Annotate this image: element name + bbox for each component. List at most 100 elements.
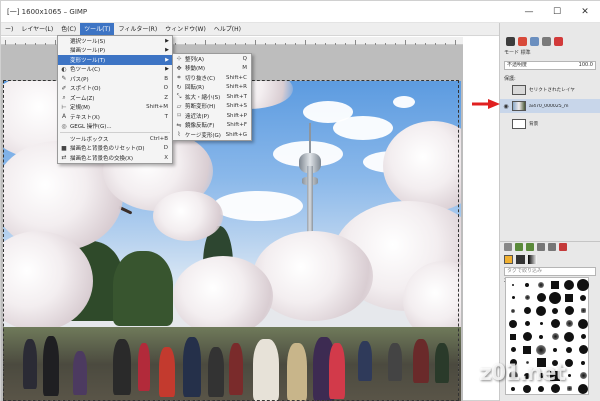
menu-row[interactable]: ⊢ 定規(M) Shift+M <box>58 103 172 113</box>
menu-item[interactable]: ウィンドウ(W) <box>161 23 210 36</box>
brush-preset[interactable] <box>520 317 534 330</box>
brush-shape-icon <box>580 294 586 301</box>
brush-preset[interactable] <box>520 330 534 343</box>
menu-row[interactable]: ⇄ 描画色と背景色の交換(X) X <box>58 153 172 163</box>
brush-preset[interactable] <box>576 317 590 330</box>
brush-preset[interactable] <box>576 382 590 395</box>
menu-row[interactable]: ⌗ 切り抜き(C) Shift+C <box>173 73 251 83</box>
brush-preset[interactable] <box>576 356 590 369</box>
duplicate-layer-icon[interactable] <box>537 243 545 251</box>
brush-preset[interactable] <box>506 343 520 356</box>
layer-row[interactable]: ◉ ai470_000025_m <box>500 99 600 113</box>
brush-preset[interactable] <box>520 343 534 356</box>
menu-row[interactable]: ⊹ 整列(A) Q <box>173 54 251 64</box>
brush-preset[interactable] <box>562 278 576 291</box>
brush-preset[interactable] <box>506 317 520 330</box>
brush-preset[interactable] <box>534 304 548 317</box>
anchor-layer-icon[interactable] <box>548 243 556 251</box>
menu-row[interactable]: ↻ 回転(R) Shift+R <box>173 83 251 93</box>
brush-preset[interactable] <box>548 330 562 343</box>
menu-row[interactable]: ツールボックス Ctrl+B <box>58 134 172 144</box>
close-button[interactable]: ✕ <box>571 1 599 23</box>
menu-row[interactable]: 描画ツール(P) ▶ <box>58 46 172 56</box>
layer-name[interactable]: ai470_000025_m <box>529 104 585 109</box>
menu-row[interactable]: ◎ GEGL 操作(G)... <box>58 122 172 132</box>
eye-icon[interactable]: ◉ <box>500 103 512 110</box>
menu-row[interactable]: ⇋ 鏡像反転(F) Shift+F <box>173 121 251 131</box>
menu-row[interactable]: ▱ 剪断変形(H) Shift+S <box>173 102 251 112</box>
layer-row[interactable]: セリクトされたレイヤ <box>500 83 600 97</box>
brush-preset[interactable] <box>534 330 548 343</box>
maximize-button[interactable]: ☐ <box>543 1 571 23</box>
layer-row[interactable]: 背景 <box>500 117 600 131</box>
brush-shape-icon <box>564 331 574 342</box>
lower-layer-icon[interactable] <box>526 243 534 251</box>
menu-row[interactable]: ■ 描画色と背景色のリセット(D) D <box>58 144 172 154</box>
menu-row[interactable]: ◐ 色ツール(C) ▶ <box>58 65 172 75</box>
channels-tab-icon[interactable] <box>518 36 527 46</box>
brush-preset[interactable] <box>562 291 576 304</box>
menu-item[interactable]: ー) <box>1 23 17 36</box>
brush-preset[interactable] <box>520 291 534 304</box>
brush-preset[interactable] <box>506 291 520 304</box>
patterns-tab-icon[interactable] <box>516 255 525 264</box>
menu-item[interactable]: ツール(T) <box>80 22 115 36</box>
menu-item[interactable]: フィルター(R) <box>114 23 161 36</box>
brush-shape-icon <box>564 306 574 315</box>
menu-row[interactable]: ⌇ ケージ変形(G) Shift+G <box>173 130 251 140</box>
opacity-field[interactable]: 不透明度 100.0 <box>504 61 596 70</box>
brush-shape-icon <box>538 281 544 288</box>
layer-name[interactable]: 背景 <box>529 121 585 127</box>
brush-preset[interactable] <box>520 304 534 317</box>
brush-preset[interactable] <box>576 278 590 291</box>
menu-item[interactable]: レイヤー(L) <box>17 23 57 36</box>
paths-tab-icon[interactable] <box>530 36 539 46</box>
menu-row[interactable]: ✐ スポイト(O) O <box>58 84 172 94</box>
menu-row[interactable]: 選択ツール(S) ▶ <box>58 36 172 46</box>
brush-preset[interactable] <box>534 291 548 304</box>
brush-preset[interactable] <box>506 304 520 317</box>
menu-row[interactable]: ✥ 移動(M) M <box>173 64 251 74</box>
brush-preset[interactable] <box>548 317 562 330</box>
menu-item[interactable]: 色(C) <box>57 23 80 36</box>
brush-preset[interactable] <box>534 317 548 330</box>
brush-preset[interactable] <box>562 343 576 356</box>
layers-tab-icon[interactable] <box>506 36 515 46</box>
brush-preset[interactable] <box>576 304 590 317</box>
layer-name[interactable]: セリクトされたレイヤ <box>529 87 585 93</box>
menu-row[interactable]: ⌕ ズーム(Z) Z <box>58 93 172 103</box>
menu-row[interactable]: 変形ツール(T) ▶ <box>58 55 172 65</box>
gradients-tab-icon[interactable] <box>528 255 537 264</box>
menu-row[interactable]: ⤡ 拡大・縮小(S) Shift+T <box>173 92 251 102</box>
brush-preset[interactable] <box>562 317 576 330</box>
menu-item[interactable]: ヘルプ(H) <box>210 23 245 36</box>
raise-layer-icon[interactable] <box>515 243 523 251</box>
brush-preset[interactable] <box>548 304 562 317</box>
brush-preset[interactable] <box>534 343 548 356</box>
minimize-button[interactable]: — <box>515 1 543 23</box>
undo-tab-icon[interactable] <box>542 36 551 46</box>
menu-row[interactable]: A テキスト(X) T <box>58 112 172 122</box>
brush-preset[interactable] <box>576 291 590 304</box>
images-tab-icon[interactable] <box>554 36 563 46</box>
person <box>329 343 345 399</box>
brush-preset[interactable] <box>506 278 520 291</box>
brush-filter-field[interactable]: タグで絞り込み <box>504 267 596 276</box>
brush-preset[interactable] <box>576 330 590 343</box>
brush-preset[interactable] <box>562 304 576 317</box>
new-layer-icon[interactable] <box>504 243 512 251</box>
brush-preset[interactable] <box>548 291 562 304</box>
brush-preset[interactable] <box>534 278 548 291</box>
brush-preset[interactable] <box>576 369 590 382</box>
brush-preset[interactable] <box>562 330 576 343</box>
brush-shape-icon <box>512 283 514 286</box>
brush-preset[interactable] <box>548 343 562 356</box>
brush-preset[interactable] <box>506 330 520 343</box>
menu-row[interactable]: ✎ パス(P) B <box>58 74 172 84</box>
brushes-tab-icon[interactable] <box>504 255 513 264</box>
brush-preset[interactable] <box>548 278 562 291</box>
brush-preset[interactable] <box>520 278 534 291</box>
brush-preset[interactable] <box>576 343 590 356</box>
delete-layer-icon[interactable] <box>559 243 567 251</box>
menu-row[interactable]: ⌑ 遠近法(P) Shift+P <box>173 111 251 121</box>
